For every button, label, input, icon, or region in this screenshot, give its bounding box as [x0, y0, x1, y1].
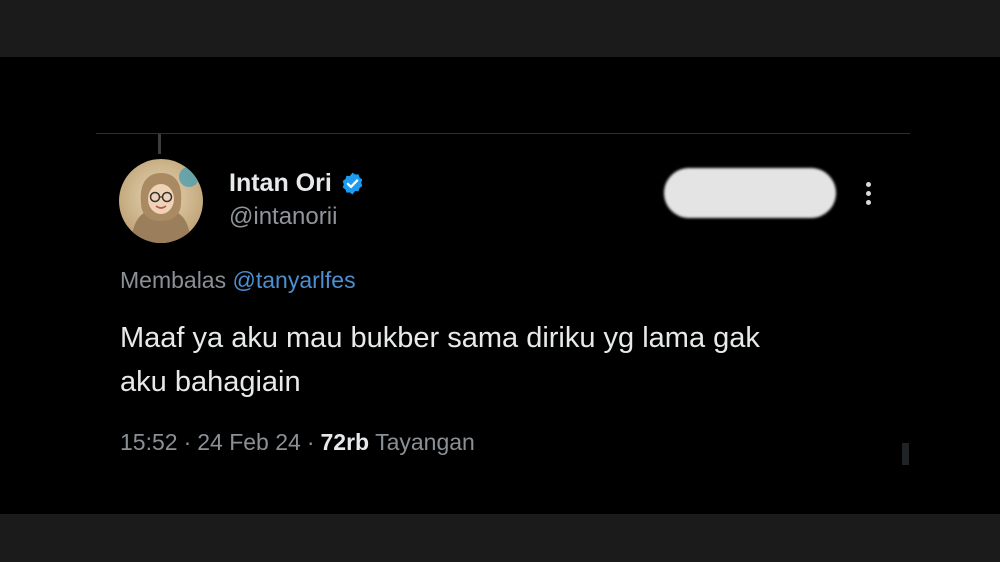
scrollbar-fragment: [902, 443, 909, 465]
verified-badge-icon: [340, 171, 365, 196]
follow-button[interactable]: [664, 168, 836, 218]
meta-separator: ·: [306, 429, 315, 455]
more-vertical-icon[interactable]: [855, 176, 881, 210]
reply-mention-link[interactable]: @tanyarlfes: [233, 267, 356, 293]
avatar[interactable]: [119, 159, 203, 243]
reply-context: Membalas @tanyarlfes: [120, 267, 356, 294]
more-dot: [865, 190, 871, 196]
screenshot-frame: Intan Ori @intanorii Membalas @tanyarlfe…: [0, 0, 1000, 562]
thread-connector-line: [158, 134, 161, 154]
tweet-screen: Intan Ori @intanorii Membalas @tanyarlfe…: [0, 57, 1000, 514]
tweet-time-link[interactable]: 15:52: [120, 429, 178, 456]
reply-prefix: Membalas: [120, 267, 227, 293]
tweet-text: Maaf ya aku mau bukber sama diriku yg la…: [120, 322, 760, 398]
views-count: 72rb: [320, 429, 370, 455]
author-display-name[interactable]: Intan Ori: [229, 169, 332, 198]
author-handle[interactable]: @intanorii: [229, 203, 337, 231]
profile-photo-avatar-icon: [119, 159, 203, 243]
more-dot: [865, 199, 871, 205]
tweet-date-link[interactable]: 24 Feb 24: [197, 429, 301, 456]
top-divider: [96, 133, 910, 134]
views-label: Tayangan: [375, 429, 475, 455]
meta-separator: ·: [183, 429, 192, 455]
views-link[interactable]: 72rb Tayangan: [321, 429, 475, 456]
author-name-row[interactable]: Intan Ori: [229, 169, 365, 198]
more-dot: [865, 181, 871, 187]
tweet-meta: 15:52 · 24 Feb 24 · 72rb Tayangan: [120, 429, 475, 456]
